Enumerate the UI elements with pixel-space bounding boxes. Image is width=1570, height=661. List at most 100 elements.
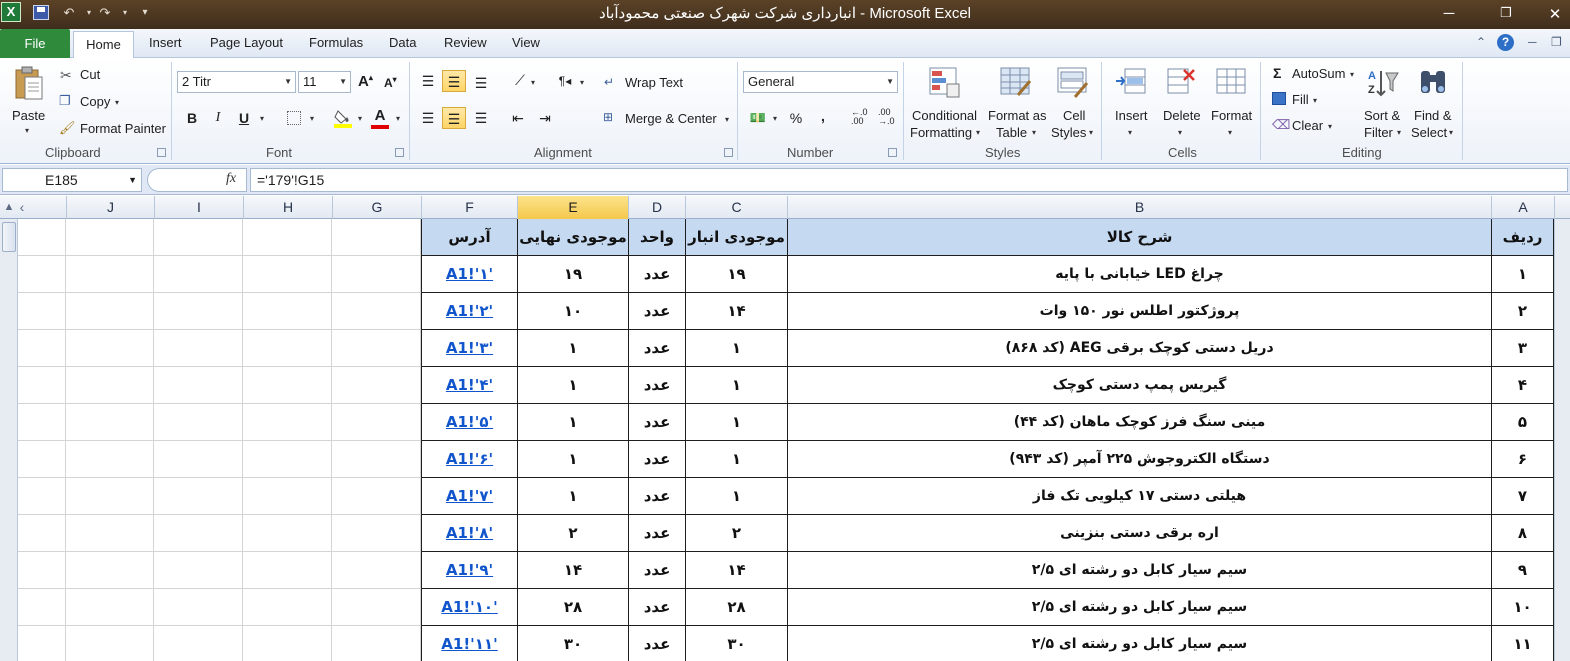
- cell-row-number[interactable]: ۶: [1491, 441, 1554, 478]
- name-box[interactable]: E185 ▼: [2, 168, 142, 192]
- cell-final-stock[interactable]: ۱۹: [517, 256, 628, 293]
- number-launcher-icon[interactable]: [888, 148, 897, 157]
- delete-cells-icon[interactable]: [1166, 67, 1198, 97]
- conditional-dropdown-icon[interactable]: ▾: [976, 128, 980, 137]
- bold-button[interactable]: B: [180, 107, 204, 129]
- column-header-j[interactable]: J: [66, 196, 154, 219]
- cell-address[interactable]: A1!'۵': [421, 404, 517, 441]
- cell-row-number[interactable]: ۸: [1491, 515, 1554, 552]
- cell-address[interactable]: A1!'۱۱': [421, 626, 517, 661]
- accounting-dropdown-icon[interactable]: ▾: [773, 114, 777, 123]
- format-as-table-button[interactable]: Format as: [988, 108, 1047, 123]
- name-box-dropdown-icon[interactable]: ▼: [128, 169, 137, 191]
- orientation-dropdown-icon[interactable]: ▾: [531, 78, 535, 87]
- sort-filter-icon[interactable]: AZ: [1367, 67, 1399, 99]
- header-final-stock[interactable]: موجودی نهایی: [517, 219, 628, 256]
- shrink-font-button[interactable]: A▾: [384, 75, 397, 90]
- fill-icon[interactable]: [1272, 92, 1286, 105]
- cell-styles-button[interactable]: Cell: [1063, 108, 1085, 123]
- format-as-table-icon[interactable]: [1000, 67, 1032, 99]
- tab-file[interactable]: File: [0, 29, 70, 58]
- delete-cells-button[interactable]: Delete: [1163, 108, 1201, 123]
- cell-unit[interactable]: عدد: [628, 552, 685, 589]
- restore-icon[interactable]: ❐: [1491, 5, 1521, 21]
- cell-unit[interactable]: عدد: [628, 256, 685, 293]
- cell-final-stock[interactable]: ۱: [517, 441, 628, 478]
- cell-final-stock[interactable]: ۳۰: [517, 626, 628, 661]
- row-headers[interactable]: [1554, 219, 1570, 661]
- align-left-icon[interactable]: ☰: [416, 107, 440, 129]
- cell-address[interactable]: A1!'۶': [421, 441, 517, 478]
- merge-center-icon[interactable]: ⊞: [603, 110, 613, 124]
- sort-filter-button[interactable]: Sort &: [1364, 108, 1400, 123]
- cell-final-stock[interactable]: ۱: [517, 367, 628, 404]
- underline-button[interactable]: U: [232, 107, 256, 129]
- align-middle-icon[interactable]: ☰: [442, 70, 466, 92]
- cell-address[interactable]: A1!'۸': [421, 515, 517, 552]
- copy-button[interactable]: Copy: [80, 94, 110, 109]
- cell-row-number[interactable]: ۴: [1491, 367, 1554, 404]
- cell-warehouse-stock[interactable]: ۱۴: [685, 293, 787, 330]
- fill-dropdown-icon[interactable]: ▾: [1313, 96, 1317, 105]
- column-header-d[interactable]: D: [628, 196, 685, 219]
- header-unit[interactable]: واحد: [628, 219, 685, 256]
- cell-warehouse-stock[interactable]: ۲۸: [685, 589, 787, 626]
- cell-warehouse-stock[interactable]: ۱: [685, 478, 787, 515]
- italic-button[interactable]: I: [206, 107, 230, 129]
- cell-unit[interactable]: عدد: [628, 293, 685, 330]
- autosum-dropdown-icon[interactable]: ▾: [1350, 70, 1354, 79]
- column-header-e[interactable]: E: [517, 196, 628, 219]
- format-dropdown-icon[interactable]: ▾: [1228, 128, 1232, 137]
- tab-formulas[interactable]: Formulas: [309, 35, 363, 50]
- find-select-dropdown-icon[interactable]: ▾: [1449, 128, 1453, 137]
- cell-warehouse-stock[interactable]: ۲: [685, 515, 787, 552]
- cell-row-number[interactable]: ۱۰: [1491, 589, 1554, 626]
- cell-final-stock[interactable]: ۲: [517, 515, 628, 552]
- increase-decimal-button[interactable]: ←.0.00: [851, 108, 868, 126]
- cell-row-number[interactable]: ۱: [1491, 256, 1554, 293]
- column-header-c[interactable]: C: [685, 196, 787, 219]
- tab-review[interactable]: Review: [444, 35, 487, 50]
- cell-row-number[interactable]: ۲: [1491, 293, 1554, 330]
- cell-unit[interactable]: عدد: [628, 367, 685, 404]
- tab-view[interactable]: View: [512, 35, 540, 50]
- cell-final-stock[interactable]: ۱۴: [517, 552, 628, 589]
- borders-dropdown-icon[interactable]: ▾: [310, 114, 314, 123]
- copy-icon[interactable]: ❐: [59, 93, 71, 109]
- cell-address[interactable]: A1!'۳': [421, 330, 517, 367]
- header-description[interactable]: شرح کالا: [787, 219, 1491, 256]
- row-header-corner[interactable]: [1554, 196, 1570, 219]
- text-direction-dropdown-icon[interactable]: ▾: [580, 78, 584, 87]
- paste-dropdown-icon[interactable]: ▾: [25, 126, 29, 135]
- cell-warehouse-stock[interactable]: ۱: [685, 404, 787, 441]
- cell-address[interactable]: A1!'۷': [421, 478, 517, 515]
- fill-color-dropdown-icon[interactable]: ▾: [358, 114, 362, 123]
- cell-final-stock[interactable]: ۱: [517, 330, 628, 367]
- help-icon[interactable]: ?: [1497, 34, 1514, 51]
- fill-color-icon[interactable]: [333, 108, 353, 128]
- paste-icon[interactable]: [13, 66, 45, 102]
- align-center-icon[interactable]: ☰: [442, 107, 466, 129]
- font-color-dropdown-icon[interactable]: ▾: [396, 114, 400, 123]
- cut-button[interactable]: Cut: [80, 67, 100, 82]
- font-launcher-icon[interactable]: [395, 148, 404, 157]
- cell-unit[interactable]: عدد: [628, 626, 685, 661]
- format-painter-icon[interactable]: 🖌: [59, 120, 76, 136]
- column-header-g[interactable]: G: [332, 196, 421, 219]
- workbook-minimize-icon[interactable]: ─: [1528, 35, 1537, 49]
- column-header-h[interactable]: H: [243, 196, 332, 219]
- cell-final-stock[interactable]: ۱: [517, 478, 628, 515]
- header-address[interactable]: آدرس: [421, 219, 517, 256]
- column-header-f[interactable]: F: [421, 196, 517, 219]
- cell-row-number[interactable]: ۵: [1491, 404, 1554, 441]
- cell-row-number[interactable]: ۱۱: [1491, 626, 1554, 661]
- clear-icon[interactable]: ⌫: [1272, 117, 1290, 133]
- cell-warehouse-stock[interactable]: ۳۰: [685, 626, 787, 661]
- align-bottom-icon[interactable]: ☰: [469, 72, 493, 94]
- format-cells-button[interactable]: Format: [1211, 108, 1252, 123]
- minimize-icon[interactable]: ─: [1434, 5, 1464, 22]
- cell-description[interactable]: گیریس پمپ دستی کوچک: [787, 367, 1491, 404]
- clipboard-launcher-icon[interactable]: [157, 148, 166, 157]
- conditional-formatting-button[interactable]: Conditional: [912, 108, 977, 123]
- formula-input[interactable]: ='179'!G15: [250, 168, 1568, 192]
